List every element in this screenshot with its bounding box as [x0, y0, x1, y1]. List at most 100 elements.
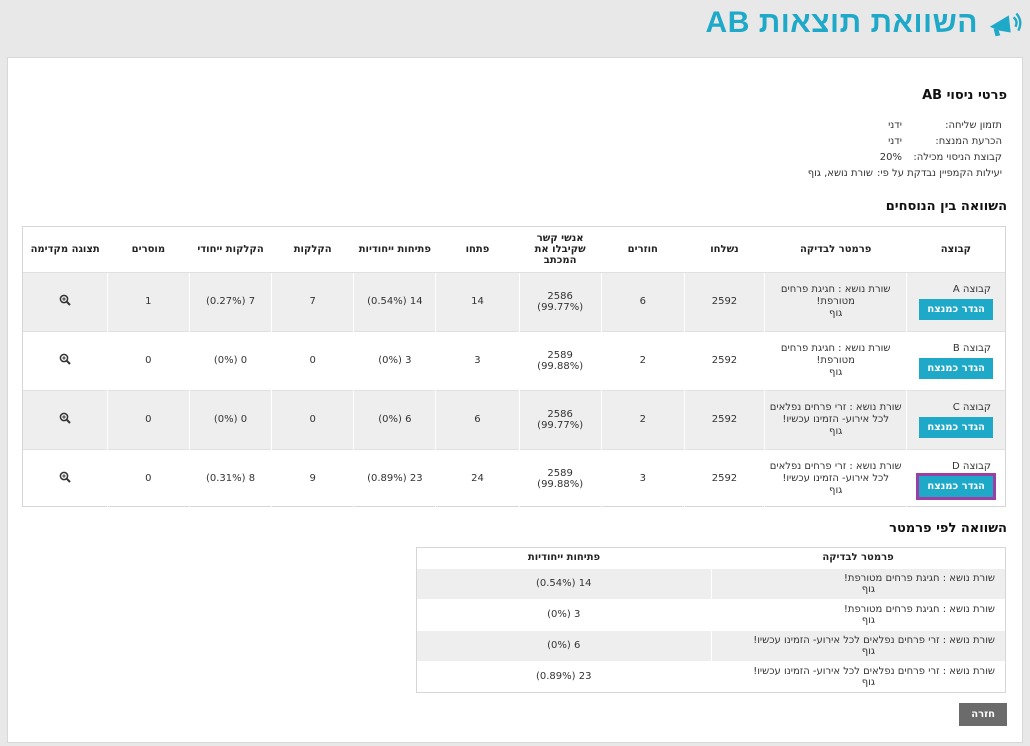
returned-cell: 2	[601, 389, 685, 449]
returned-cell: 6	[601, 271, 685, 331]
details-heading: פרטי ניסוי AB	[922, 88, 1007, 103]
sent-cell: 2592	[684, 330, 766, 390]
param-body: גוף	[829, 484, 843, 496]
zoom-in-icon[interactable]	[59, 471, 71, 483]
detail-key: תזמון שליחה:	[945, 120, 1002, 131]
zoom-in-icon[interactable]	[59, 294, 71, 306]
param-cell: שורת נושא : חגיגת פרחים מטורפת! גוף	[710, 567, 1005, 599]
received-cell: 2586 (99.77%)	[519, 389, 602, 449]
table-row: שורת נושא : חגיגת פרחים מטורפת! גוף 3 (0%…	[417, 598, 1005, 630]
param-cell: שורת נושא : זרי פרחים נפלאים לכל אירוע- …	[710, 660, 1005, 692]
detail-value: ידני	[888, 120, 902, 131]
comparison-table-wrap: קבוצה פרמטר לבדיקה נשלחו חוזרים אנשי קשר…	[22, 226, 1006, 508]
col-header-unsub: מוסרים	[131, 243, 166, 255]
param-body: גוף	[861, 645, 875, 657]
col-header-group: קבוצה	[940, 243, 972, 255]
group-name: קבוצה C	[952, 401, 991, 413]
unsub-cell: 0	[107, 389, 190, 449]
table-row: קבוצה B הגדר כמנצח שורת נושא : חגיגת פרח…	[23, 330, 1005, 390]
unique-opens-cell: 3 (0%)	[353, 330, 437, 390]
set-winner-button[interactable]: הגדר כמנצח	[919, 298, 993, 320]
param-subject: שורת נושא : חגיגת פרחים מטורפת!	[780, 283, 891, 307]
table-row: שורת נושא : זרי פרחים נפלאים לכל אירוע- …	[417, 660, 1005, 692]
preview-cell	[23, 448, 108, 508]
group-cell: קבוצה C הגדר כמנצח	[906, 389, 1005, 449]
comparison-heading: השוואה בין הנוסחים	[885, 199, 1007, 214]
unique-clicks-cell: 0 (0%)	[189, 389, 273, 449]
group-name: קבוצה A	[952, 283, 991, 295]
unique-opens-cell: 14 (0.54%)	[417, 567, 711, 599]
preview-cell	[23, 271, 108, 331]
detail-row: קבוצת הניסוי מכילה: 20%	[808, 150, 1002, 166]
unique-opens-cell: 23 (0.89%)	[353, 448, 437, 508]
zoom-in-icon[interactable]	[59, 353, 71, 365]
back-button[interactable]: חזרה	[959, 703, 1007, 726]
unique-opens-cell: 23 (0.89%)	[417, 660, 711, 692]
param-body: גוף	[861, 614, 875, 626]
table-row: שורת נושא : זרי פרחים נפלאים לכל אירוע- …	[417, 629, 1005, 661]
detail-row: יעילות הקמפיין נבדקת על פי: שורת נושא, ג…	[808, 166, 1002, 182]
param-body: גוף	[861, 676, 875, 688]
col-header-clicks: הקלקות	[293, 243, 332, 255]
clicks-cell: 0	[271, 389, 355, 449]
detail-value: 20%	[879, 152, 902, 163]
param-subject: שורת נושא : חגיגת פרחים מטורפת!	[780, 342, 891, 366]
param-cell: שורת נושא : חגיגת פרחים מטורפת! גוף	[764, 271, 908, 331]
col-header-unique-opens: פתיחות ייחודיות	[358, 243, 431, 255]
group-cell: קבוצה A הגדר כמנצח	[906, 271, 1005, 331]
set-winner-button[interactable]: הגדר כמנצח	[916, 472, 996, 500]
unique-clicks-cell: 8 (0.31%)	[189, 448, 273, 508]
group-cell: קבוצה D הגדר כמנצח	[906, 448, 1005, 508]
param-body: גוף	[829, 425, 843, 437]
returned-cell: 3	[601, 448, 685, 508]
megaphone-icon	[989, 12, 1022, 37]
page-title: השוואת תוצאות AB	[705, 6, 978, 39]
param-cell: שורת נושא : זרי פרחים נפלאים לכל אירוע- …	[764, 448, 908, 508]
table-row: קבוצה C הגדר כמנצח שורת נושא : זרי פרחים…	[23, 389, 1005, 449]
detail-row: הכרעת המנצח: ידני	[808, 134, 1002, 150]
received-cell: 2586 (99.77%)	[519, 271, 602, 331]
zoom-in-icon[interactable]	[59, 412, 71, 424]
preview-cell	[23, 330, 108, 390]
unsub-cell: 0	[107, 448, 190, 508]
sent-cell: 2592	[684, 271, 766, 331]
table-row: קבוצה D הגדר כמנצח שורת נושא : זרי פרחים…	[23, 448, 1005, 508]
detail-value: ידני	[888, 136, 902, 147]
preview-cell	[23, 389, 108, 449]
param-cell: שורת נושא : זרי פרחים נפלאים לכל אירוע- …	[710, 629, 1005, 661]
unique-clicks-cell: 0 (0%)	[189, 330, 273, 390]
col-header-unique-clicks: הקלקות ייחודי	[197, 243, 264, 255]
unique-opens-cell: 3 (0%)	[417, 598, 711, 630]
unsub-cell: 0	[107, 330, 190, 390]
details-list: תזמון שליחה: ידני הכרעת המנצח: ידני קבוצ…	[808, 118, 1002, 182]
group-cell: קבוצה B הגדר כמנצח	[906, 330, 1005, 390]
set-winner-button[interactable]: הגדר כמנצח	[919, 357, 993, 379]
sent-cell: 2592	[684, 448, 766, 508]
param-subject: שורת נושא : זרי פרחים נפלאים לכל אירוע- …	[769, 460, 902, 484]
opened-cell: 24	[435, 448, 520, 508]
set-winner-button[interactable]: הגדר כמנצח	[919, 416, 993, 438]
comparison-table: קבוצה פרמטר לבדיקה נשלחו חוזרים אנשי קשר…	[23, 227, 1005, 508]
detail-value: שורת נושא, גוף	[807, 168, 873, 179]
table-row: שורת נושא : חגיגת פרחים מטורפת! גוף 14 (0…	[417, 567, 1005, 599]
col-header-sent: נשלחו	[710, 243, 739, 255]
col-header-received: אנשי קשר שקיבלו את המכתב	[534, 232, 586, 266]
param-subject: שורת נושא : זרי פרחים נפלאים לכל אירוע- …	[753, 665, 995, 677]
unique-opens-cell: 6 (0%)	[353, 389, 437, 449]
group-name: קבוצה D	[952, 460, 991, 472]
unsub-cell: 1	[107, 271, 190, 331]
by-param-table-wrap: פרמטר לבדיקה פתיחות ייחודיות שורת נושא :…	[416, 547, 1006, 693]
col-header-unique-opens: פתיחות ייחודיות	[527, 552, 601, 564]
opened-cell: 14	[435, 271, 520, 331]
detail-key: יעילות הקמפיין נבדקת על פי:	[877, 168, 1002, 179]
param-subject: שורת נושא : חגיגת פרחים מטורפת!	[843, 603, 995, 615]
returned-cell: 2	[601, 330, 685, 390]
param-body: גוף	[861, 583, 875, 595]
table-row: קבוצה A הגדר כמנצח שורת נושא : חגיגת פרח…	[23, 271, 1005, 331]
by-param-table: פרמטר לבדיקה פתיחות ייחודיות שורת נושא :…	[417, 548, 1005, 692]
param-subject: שורת נושא : זרי פרחים נפלאים לכל אירוע- …	[769, 401, 902, 425]
param-cell: שורת נושא : חגיגת פרחים מטורפת! גוף	[764, 330, 908, 390]
group-name: קבוצה B	[952, 342, 991, 354]
sent-cell: 2592	[684, 389, 766, 449]
unique-opens-cell: 14 (0.54%)	[353, 271, 437, 331]
